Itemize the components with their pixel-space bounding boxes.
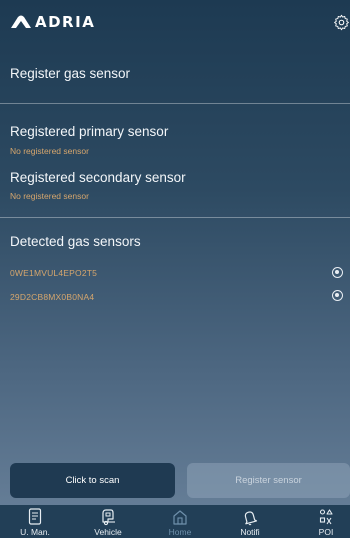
brand-wordmark: ADRIA — [35, 13, 96, 31]
app-header: ADRIA — [0, 0, 350, 44]
tab-poi[interactable]: POI — [296, 505, 350, 538]
sensor-radio-button[interactable] — [332, 290, 343, 301]
tab-home[interactable]: Home — [150, 505, 210, 538]
secondary-sensor-title: Registered secondary sensor — [10, 170, 186, 185]
adria-logo-icon — [11, 15, 31, 28]
sensor-id: 29D2CB8MX0B0NA4 — [10, 292, 95, 302]
tab-notifications[interactable]: Notifi — [220, 505, 280, 538]
tab-label: Home — [168, 527, 192, 537]
bottom-tab-bar: U. Man. Vehicle Home Notifi POI — [0, 505, 350, 538]
vehicle-icon — [102, 509, 115, 526]
register-sensor-button[interactable]: Register sensor — [187, 463, 350, 498]
brand-logo: ADRIA — [10, 13, 95, 31]
bell-icon — [244, 511, 258, 526]
sensor-radio-button[interactable] — [332, 267, 343, 278]
manual-icon — [28, 508, 42, 525]
gear-icon[interactable] — [333, 14, 350, 31]
sensor-id: 0WE1MVUL4EPO2T5 — [10, 268, 98, 278]
divider — [0, 217, 350, 218]
divider — [0, 103, 350, 104]
tab-user-manual[interactable]: U. Man. — [5, 505, 65, 538]
tab-label: U. Man. — [20, 527, 50, 537]
tab-vehicle[interactable]: Vehicle — [78, 505, 138, 538]
tab-label: Vehicle — [94, 527, 122, 537]
secondary-sensor-value: No registered sensor — [10, 191, 89, 201]
primary-sensor-title: Registered primary sensor — [10, 124, 169, 139]
scan-button[interactable]: Click to scan — [10, 463, 175, 498]
home-icon — [173, 510, 187, 525]
poi-icon — [319, 509, 333, 525]
tab-label: Notifi — [240, 527, 260, 537]
tab-label: POI — [318, 527, 334, 537]
primary-sensor-value: No registered sensor — [10, 146, 89, 156]
register-gas-sensor-title[interactable]: Register gas sensor — [10, 66, 130, 81]
detected-sensors-title: Detected gas sensors — [10, 234, 141, 249]
